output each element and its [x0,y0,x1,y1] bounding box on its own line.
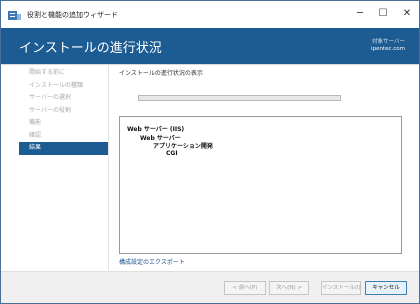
export-configuration-link[interactable]: 構成設定のエクスポート [119,257,185,266]
sidebar-item-results[interactable]: 結果 [19,142,108,155]
minimize-icon[interactable]: ─ [349,5,371,23]
sidebar-item-installation-type[interactable]: インストールの種類 [19,80,108,93]
close-icon[interactable]: ✕ [396,5,418,23]
window-title: 役割と機能の追加ウィザード [27,11,118,19]
sidebar-item-features[interactable]: 機能 [19,117,108,130]
installation-progress-bar [138,95,341,101]
wizard-footer: < 前へ(P) 次へ(N) > インストール(I) キャンセル [1,271,419,303]
target-server-host: ipentec.com [371,46,405,52]
wizard-header: インストールの進行状況 対象サーバー ipentec.com [1,28,419,64]
wizard-window: 役割と機能の追加ウィザード ─ ☐ ✕ インストールの進行状況 対象サーバー i… [0,0,420,304]
target-server-label: 対象サーバー [372,39,405,45]
cancel-button[interactable]: キャンセル [365,281,407,295]
result-item-web-server-iis: Web サーバー (IIS) [127,126,185,133]
content-divider [108,65,109,270]
installation-results-list[interactable]: Web サーバー (IIS) Web サーバー アプリケーション開発 CGI [119,116,402,254]
install-button[interactable]: インストール(I) [321,281,361,295]
wizard-step-nav: 開始する前に インストールの種類 サーバーの選択 サーバーの役割 機能 確認 結… [19,67,108,155]
sidebar-item-server-selection[interactable]: サーバーの選択 [19,92,108,105]
maximize-icon[interactable]: ☐ [372,5,394,23]
result-item-cgi: CGI [166,150,178,157]
page-title: インストールの進行状況 [19,41,162,56]
sidebar-item-server-roles[interactable]: サーバーの役割 [19,105,108,118]
server-manager-icon [8,11,21,20]
previous-button[interactable]: < 前へ(P) [224,281,266,295]
header-divider [1,64,419,65]
next-button[interactable]: 次へ(N) > [269,281,309,295]
result-item-application-development: アプリケーション開発 [153,143,213,150]
sidebar-item-before-you-begin[interactable]: 開始する前に [19,67,108,80]
title-bar[interactable]: 役割と機能の追加ウィザード ─ ☐ ✕ [1,1,419,28]
progress-section-label: インストールの進行状況の表示 [119,70,203,77]
sidebar-item-confirmation[interactable]: 確認 [19,130,108,143]
